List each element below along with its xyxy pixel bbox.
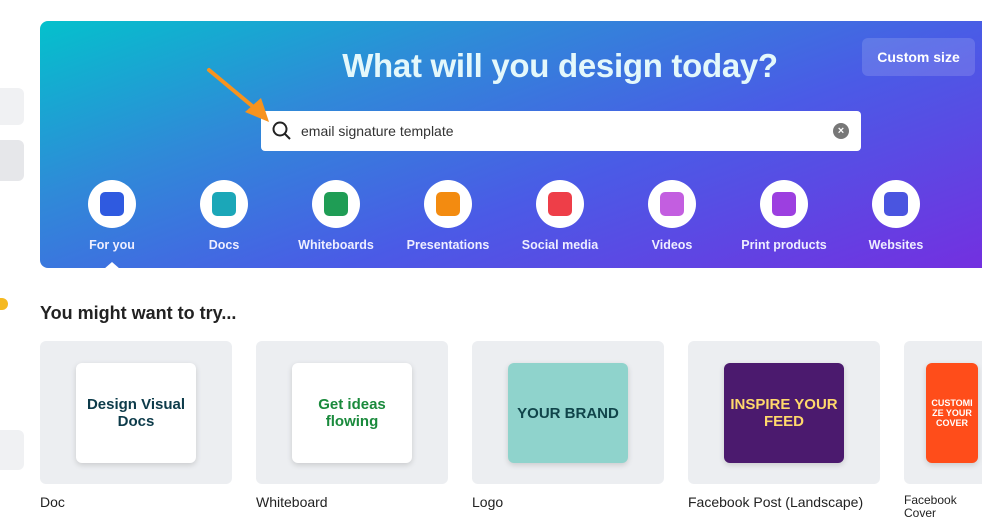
- card-artwork: CUSTOMIZE YOUR COVER: [926, 363, 978, 463]
- card-artwork: Get ideas flowing: [292, 363, 412, 463]
- sidebar-item[interactable]: [0, 430, 24, 470]
- selected-indicator: [104, 262, 120, 269]
- template-card[interactable]: Design Visual Docs: [40, 341, 232, 484]
- category-videos[interactable]: Videos: [616, 180, 728, 252]
- category-label: Presentations: [406, 238, 490, 252]
- hero-banner: What will you design today? Custom size …: [40, 21, 982, 269]
- doc-icon: [212, 192, 236, 216]
- category-websites[interactable]: Websites: [840, 180, 952, 252]
- category-label: Whiteboards: [298, 238, 374, 252]
- category-circle: [424, 180, 472, 228]
- clear-search-icon[interactable]: ×: [833, 123, 849, 139]
- video-icon: [660, 192, 684, 216]
- hero-title: What will you design today?: [342, 47, 778, 84]
- search-value: email signature template: [301, 123, 454, 139]
- card-label[interactable]: Whiteboard: [256, 494, 328, 510]
- category-circle: [536, 180, 584, 228]
- presentation-icon: [436, 192, 460, 216]
- category-circle: [648, 180, 696, 228]
- section-title: You might want to try...: [40, 303, 237, 323]
- custom-size-button[interactable]: Custom size: [862, 38, 975, 76]
- category-docs[interactable]: Docs: [168, 180, 280, 252]
- sidebar-item-active[interactable]: [0, 140, 24, 181]
- category-label: Videos: [651, 238, 693, 252]
- search-input[interactable]: email signature template ×: [261, 111, 861, 151]
- card-artwork: INSPIRE YOUR FEED: [724, 363, 844, 463]
- printer-icon: [772, 192, 796, 216]
- card-label[interactable]: Facebook Cover: [904, 494, 982, 520]
- badge-icon: [0, 298, 8, 310]
- arrow-annotation-icon: [207, 68, 269, 122]
- sidebar-item[interactable]: [0, 88, 24, 125]
- heart-icon: [548, 192, 572, 216]
- category-circle: [312, 180, 360, 228]
- whiteboard-icon: [324, 192, 348, 216]
- sparkle-icon: [100, 192, 124, 216]
- template-card[interactable]: YOUR BRAND: [472, 341, 664, 484]
- category-circle: [760, 180, 808, 228]
- template-card[interactable]: INSPIRE YOUR FEED: [688, 341, 880, 484]
- category-for-you[interactable]: For you: [56, 180, 168, 252]
- category-label: Print products: [741, 238, 827, 252]
- template-card[interactable]: CUSTOMIZE YOUR COVER: [904, 341, 982, 484]
- category-whiteboards[interactable]: Whiteboards: [280, 180, 392, 252]
- category-circle: [200, 180, 248, 228]
- template-card[interactable]: Get ideas flowing: [256, 341, 448, 484]
- card-label[interactable]: Facebook Post (Landscape): [688, 494, 863, 510]
- category-circle: [872, 180, 920, 228]
- card-label[interactable]: Logo: [472, 494, 503, 510]
- category-social-media[interactable]: Social media: [504, 180, 616, 252]
- category-label: For you: [89, 238, 135, 252]
- category-label: Websites: [868, 238, 924, 252]
- card-label[interactable]: Doc: [40, 494, 65, 510]
- category-print-products[interactable]: Print products: [728, 180, 840, 252]
- category-label: Social media: [521, 238, 599, 252]
- category-label: Docs: [208, 238, 240, 252]
- card-artwork: Design Visual Docs: [76, 363, 196, 463]
- card-artwork: YOUR BRAND: [508, 363, 628, 463]
- website-icon: [884, 192, 908, 216]
- category-presentations[interactable]: Presentations: [392, 180, 504, 252]
- category-circle: [88, 180, 136, 228]
